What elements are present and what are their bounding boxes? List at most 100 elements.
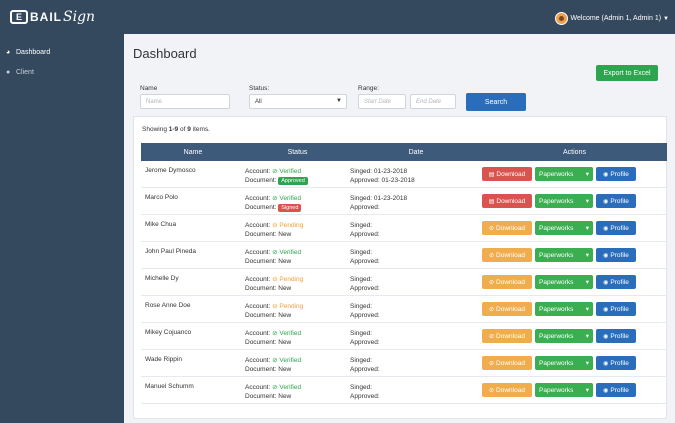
pdf-icon: ▤ xyxy=(488,171,495,178)
actions-cell: ▤ Download Paperworks ▾ ◉ Profile xyxy=(482,161,667,187)
document-status: Document: New xyxy=(245,393,292,400)
caret-down-icon: ▾ xyxy=(585,333,589,340)
pdf-icon: ▤ xyxy=(488,198,495,205)
caret-down-icon: ▾ xyxy=(585,198,589,205)
date-cell: Singed: Approved: xyxy=(350,296,482,322)
account-status: Account: ⊘ Verified xyxy=(245,249,302,256)
actions-cell: ⊘ Download Paperworks ▾ ◉ Profile xyxy=(482,215,667,241)
download-button[interactable]: ⊘ Download xyxy=(482,275,532,289)
singed-date: Singed: xyxy=(350,384,373,391)
profile-button[interactable]: ◉ Profile xyxy=(596,356,636,370)
main-content: Dashboard Export to Excel Name Name Stat… xyxy=(124,34,675,423)
app-logo[interactable]: E BAIL Sign xyxy=(10,9,95,25)
approved-date: Approved: xyxy=(350,312,380,319)
search-button[interactable]: Search xyxy=(466,93,526,111)
paperworks-button[interactable]: Paperworks ▾ xyxy=(535,302,593,316)
caret-down-icon: ▾ xyxy=(585,279,589,286)
download-button[interactable]: ⊘ Download xyxy=(482,248,532,262)
paperworks-button[interactable]: Paperworks ▾ xyxy=(535,248,593,262)
paperworks-button[interactable]: Paperworks ▾ xyxy=(535,167,593,181)
sidebar-item-client[interactable]: ● Client xyxy=(0,62,124,82)
client-name: Marco Polo xyxy=(145,194,178,201)
account-status: Account: ⊖ Pending xyxy=(245,222,304,229)
caret-down-icon: ▾ xyxy=(585,225,589,232)
document-status: Document: New xyxy=(245,231,292,238)
caret-down-icon: ▾ xyxy=(585,360,589,367)
name-input[interactable]: Name xyxy=(140,94,230,109)
approved-date: Approved: xyxy=(350,393,380,400)
table-row: Michelle Dy Account: ⊖ Pending Document:… xyxy=(141,269,667,296)
singed-date: Singed: xyxy=(350,276,373,283)
approved-date: Approved: xyxy=(350,339,380,346)
user-menu[interactable]: Welcome (Admin 1, Admin 1) ▼ xyxy=(554,12,669,25)
account-status: Account: ⊖ Pending xyxy=(245,276,304,283)
status-badge: Signed xyxy=(278,204,302,212)
paperworks-button[interactable]: Paperworks ▾ xyxy=(535,356,593,370)
download-button[interactable]: ⊘ Download xyxy=(482,221,532,235)
profile-button[interactable]: ◉ Profile xyxy=(596,248,636,262)
date-cell: Singed: Approved: xyxy=(350,215,482,241)
account-status: Account: ⊘ Verified xyxy=(245,168,302,175)
end-date-input[interactable]: End Date xyxy=(410,94,456,109)
avatar xyxy=(554,12,568,25)
table-body: Jerome Dymosco Account: ⊘ Verified Docum… xyxy=(141,161,667,404)
download-button[interactable]: ⊘ Download xyxy=(482,329,532,343)
eye-icon: ◉ xyxy=(603,306,609,313)
profile-button[interactable]: ◉ Profile xyxy=(596,329,636,343)
singed-date: Singed: 01-23-2018 xyxy=(350,195,408,202)
date-cell: Singed: Approved: xyxy=(350,350,482,376)
document-status: Document: Signed xyxy=(245,203,350,212)
actions-cell: ⊘ Download Paperworks ▾ ◉ Profile xyxy=(482,350,667,376)
paperworks-button[interactable]: Paperworks ▾ xyxy=(535,329,593,343)
download-button[interactable]: ⊘ Download xyxy=(482,356,532,370)
ban-icon: ⊘ xyxy=(489,252,495,259)
eye-icon: ◉ xyxy=(603,333,609,340)
actions-cell: ▤ Download Paperworks ▾ ◉ Profile xyxy=(482,188,667,214)
paperworks-button[interactable]: Paperworks ▾ xyxy=(535,221,593,235)
document-status: Document: New xyxy=(245,366,292,373)
client-name: Wade Rippin xyxy=(145,356,182,363)
document-status: Document: New xyxy=(245,258,292,265)
status-cell: Account: ⊘ Verified Document: New xyxy=(245,350,350,376)
status-cell: Account: ⊘ Verified Document: Signed xyxy=(245,188,350,214)
actions-cell: ⊘ Download Paperworks ▾ ◉ Profile xyxy=(482,377,667,403)
status-cell: Account: ⊘ Verified Document: New xyxy=(245,323,350,349)
profile-button[interactable]: ◉ Profile xyxy=(596,383,636,397)
document-status: Document: New xyxy=(245,312,292,319)
sidebar-item-label: Dashboard xyxy=(16,48,51,56)
sidebar-item-dashboard[interactable]: ◕ Dashboard xyxy=(0,42,124,62)
document-status: Document: New xyxy=(245,339,292,346)
table-row: Jerome Dymosco Account: ⊘ Verified Docum… xyxy=(141,161,667,188)
status-cell: Account: ⊘ Verified Document: New xyxy=(245,377,350,403)
profile-button[interactable]: ◉ Profile xyxy=(596,221,636,235)
download-button[interactable]: ⊘ Download xyxy=(482,302,532,316)
actions-cell: ⊘ Download Paperworks ▾ ◉ Profile xyxy=(482,296,667,322)
paperworks-button[interactable]: Paperworks ▾ xyxy=(535,275,593,289)
singed-date: Singed: xyxy=(350,249,373,256)
paperworks-button[interactable]: Paperworks ▾ xyxy=(535,383,593,397)
profile-button[interactable]: ◉ Profile xyxy=(596,194,636,208)
paperworks-button[interactable]: Paperworks ▾ xyxy=(535,194,593,208)
download-button[interactable]: ⊘ Download xyxy=(482,383,532,397)
singed-date: Singed: xyxy=(350,303,373,310)
profile-button[interactable]: ◉ Profile xyxy=(596,167,636,181)
download-button[interactable]: ▤ Download xyxy=(482,167,532,181)
chevron-down-icon: ▼ xyxy=(336,98,342,104)
account-status: Account: ⊘ Verified xyxy=(245,384,302,391)
download-button[interactable]: ▤ Download xyxy=(482,194,532,208)
results-panel: Showing 1-9 of 9 items. Name Status Date… xyxy=(133,116,667,419)
client-name: Mike Chua xyxy=(145,221,177,228)
status-cell: Account: ⊘ Verified Document: Approved xyxy=(245,161,350,187)
name-label: Name xyxy=(140,85,158,92)
start-date-input[interactable]: Start Date xyxy=(358,94,406,109)
export-excel-button[interactable]: Export to Excel xyxy=(596,65,658,81)
actions-cell: ⊘ Download Paperworks ▾ ◉ Profile xyxy=(482,242,667,268)
status-cell: Account: ⊖ Pending Document: New xyxy=(245,296,350,322)
profile-button[interactable]: ◉ Profile xyxy=(596,302,636,316)
client-name: Michelle Dy xyxy=(145,275,179,282)
status-select[interactable]: All ▼ xyxy=(249,94,347,109)
status-cell: Account: ⊘ Verified Document: New xyxy=(245,242,350,268)
table-row: Manuel Schumm Account: ⊘ Verified Docume… xyxy=(141,377,667,404)
profile-button[interactable]: ◉ Profile xyxy=(596,275,636,289)
approved-date: Approved: xyxy=(350,258,380,265)
